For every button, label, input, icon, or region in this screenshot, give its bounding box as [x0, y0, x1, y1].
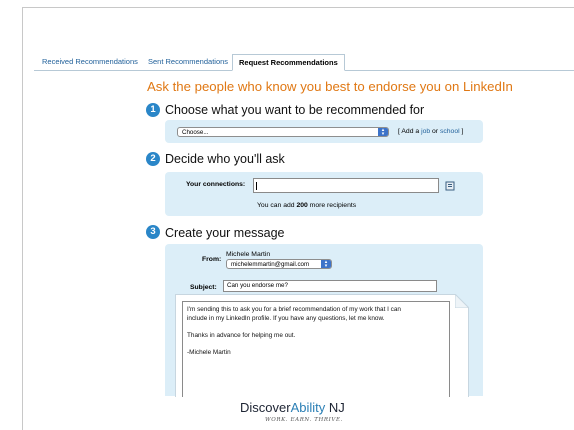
- subject-label: Subject:: [190, 284, 217, 291]
- from-label: From:: [202, 256, 222, 263]
- message-line-1: I'm sending this to ask you for a brief …: [187, 306, 401, 313]
- subject-input[interactable]: Can you endorse me?: [223, 280, 437, 292]
- add-school-link[interactable]: school: [440, 128, 460, 135]
- brand-prefix: Discover: [240, 400, 291, 415]
- add-close-text: ]: [459, 128, 464, 135]
- page-curl: [455, 294, 469, 308]
- brand-accent: Ability: [290, 400, 326, 415]
- hint-count: 200: [296, 202, 308, 209]
- brand-suffix: NJ: [325, 400, 345, 415]
- or-text: or: [430, 128, 440, 135]
- select-arrow-icon: ▴ ▾: [321, 260, 331, 269]
- message-text: I'm sending this to ask you for a brief …: [187, 306, 401, 366]
- message-body-area[interactable]: I'm sending this to ask you for a brief …: [175, 294, 469, 397]
- frame-top-line: [22, 7, 574, 8]
- step-1-number: 1: [146, 103, 160, 117]
- recipient-hint: You can add 200 more recipients: [257, 202, 356, 209]
- step-1-title: Choose what you want to be recommended f…: [165, 103, 425, 117]
- discoverability-logo: DiscoverAbility NJ: [240, 400, 345, 415]
- subject-value: Can you endorse me?: [227, 282, 288, 289]
- connections-label: Your connections:: [186, 181, 246, 188]
- message-line-2: include in my LinkedIn profile. If you h…: [187, 314, 385, 322]
- from-email-value: michelemmartin@gmail.com: [231, 261, 310, 268]
- tab-request-recommendations[interactable]: Request Recommendations: [232, 54, 345, 71]
- step-3-title: Create your message: [165, 226, 285, 240]
- step-3-number: 3: [146, 225, 160, 239]
- step-2-number: 2: [146, 152, 160, 166]
- recommend-for-panel: Choose... ▴ ▾ [ Add a job or school ]: [165, 120, 483, 143]
- message-textarea[interactable]: I'm sending this to ask you for a brief …: [182, 301, 450, 397]
- connections-panel: Your connections: You can add 200 more r…: [165, 172, 483, 216]
- frame-left-line: [22, 7, 23, 430]
- text-caret: [256, 182, 257, 190]
- tab-sent-recommendations[interactable]: Sent Recommendations: [148, 57, 228, 66]
- brand-tagline: WORK. EARN. THRIVE.: [265, 417, 343, 423]
- add-open-text: [ Add a: [398, 128, 422, 135]
- recommend-for-select-value: Choose...: [182, 129, 209, 136]
- page-headline: Ask the people who know you best to endo…: [147, 79, 513, 94]
- message-signature: -Michele Martin: [187, 348, 231, 356]
- add-job-link[interactable]: job: [421, 128, 430, 135]
- select-arrow-icon: ▴ ▾: [378, 128, 388, 137]
- hint-suffix: more recipients: [307, 202, 357, 209]
- from-name: Michele Martin: [226, 251, 271, 258]
- from-email-select[interactable]: michelemmartin@gmail.com ▴ ▾: [226, 259, 332, 269]
- recommend-for-select[interactable]: Choose... ▴ ▾: [177, 127, 389, 137]
- hint-prefix: You can add: [257, 202, 297, 209]
- recommendation-tabs: Received Recommendations Sent Recommenda…: [34, 54, 574, 71]
- connections-input[interactable]: [253, 178, 439, 193]
- add-job-or-school: [ Add a job or school ]: [398, 128, 463, 135]
- address-book-icon[interactable]: [445, 178, 455, 191]
- step-2-title: Decide who you'll ask: [165, 152, 285, 166]
- message-panel: From: Michele Martin michelemmartin@gmai…: [165, 244, 483, 397]
- message-thanks: Thanks in advance for helping me out.: [187, 331, 296, 339]
- tab-received-recommendations[interactable]: Received Recommendations: [42, 57, 138, 66]
